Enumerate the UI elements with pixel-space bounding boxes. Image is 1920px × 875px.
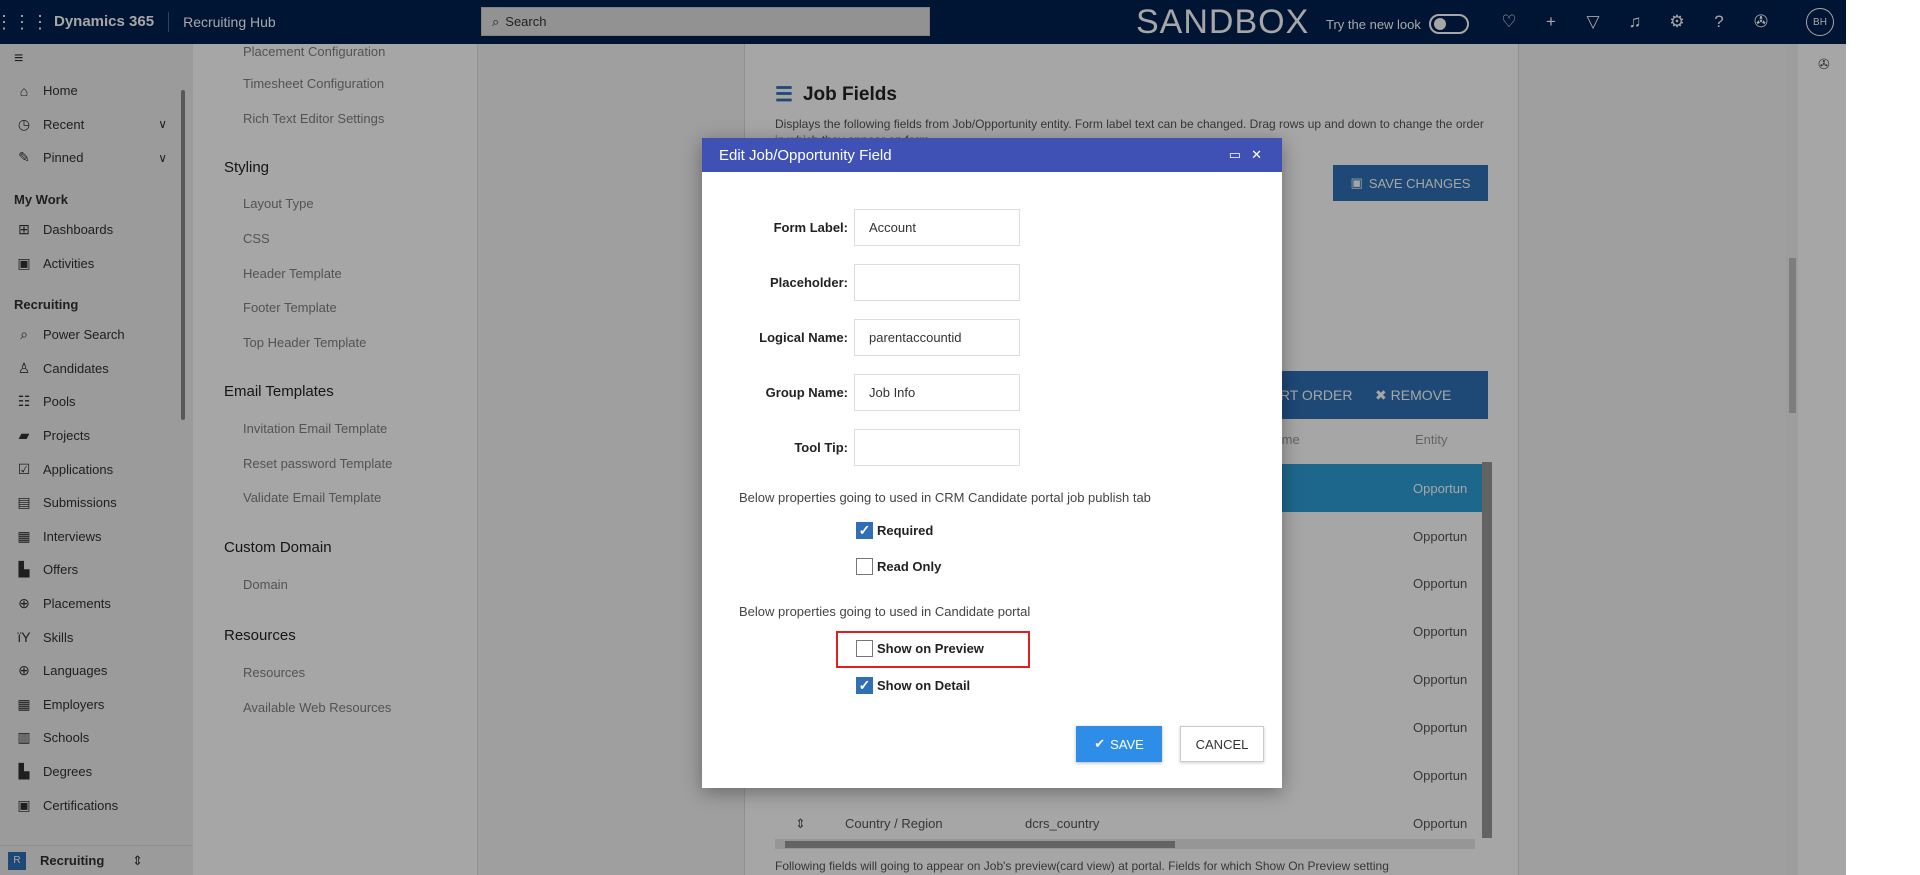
placeholder-label: Placeholder:	[769, 275, 848, 290]
save-label: SAVE	[1110, 736, 1144, 752]
show-on-detail-label: Show on Detail	[877, 678, 971, 693]
group-name-label: Group Name:	[765, 385, 848, 400]
dialog-controls: ▭ ✕	[1229, 147, 1262, 163]
group-name-input[interactable]	[854, 374, 1020, 411]
placeholder-input[interactable]	[854, 264, 1020, 301]
logical-name-row: Logical Name:	[702, 319, 1282, 356]
placeholder-row: Placeholder:	[702, 264, 1282, 301]
maximize-icon[interactable]: ▭	[1229, 147, 1241, 163]
portal-properties-note: Below properties going to used in Candid…	[739, 604, 1031, 619]
read-only-label: Read Only	[877, 559, 942, 574]
required-checkbox[interactable]: ✓ Required	[856, 522, 933, 539]
checkbox-empty[interactable]	[856, 640, 873, 657]
form-label-input[interactable]	[854, 209, 1020, 246]
tool-tip-label: Tool Tip:	[794, 440, 848, 455]
show-on-detail-checkbox[interactable]: ✓ Show on Detail	[856, 677, 970, 694]
tool-tip-row: Tool Tip:	[702, 429, 1282, 466]
show-on-preview-label: Show on Preview	[877, 641, 984, 656]
logical-name-input[interactable]	[854, 319, 1020, 356]
form-label-label: Form Label:	[773, 220, 848, 235]
dialog-title: Edit Job/Opportunity Field	[719, 146, 892, 164]
outside-area	[1846, 0, 1920, 875]
logical-name-label: Logical Name:	[759, 330, 848, 345]
checkbox-empty[interactable]	[856, 558, 873, 575]
cancel-button[interactable]: CANCEL	[1180, 726, 1264, 762]
dialog-header: Edit Job/Opportunity Field ▭ ✕	[702, 138, 1282, 172]
crm-properties-note: Below properties going to used in CRM Ca…	[739, 490, 1151, 505]
checkmark-icon[interactable]: ✓	[856, 522, 873, 539]
form-label-row: Form Label:	[702, 209, 1282, 246]
read-only-checkbox[interactable]: Read Only	[856, 558, 941, 575]
required-label: Required	[877, 523, 934, 538]
close-icon[interactable]: ✕	[1251, 147, 1262, 163]
checkmark-icon[interactable]: ✓	[856, 677, 873, 694]
save-button[interactable]: ✔ SAVE	[1076, 726, 1162, 762]
edit-field-dialog: Edit Job/Opportunity Field ▭ ✕ Form Labe…	[702, 138, 1282, 788]
group-name-row: Group Name:	[702, 374, 1282, 411]
tool-tip-input[interactable]	[854, 429, 1020, 466]
check-icon: ✔	[1094, 736, 1106, 751]
show-on-preview-checkbox[interactable]: Show on Preview	[856, 640, 984, 657]
